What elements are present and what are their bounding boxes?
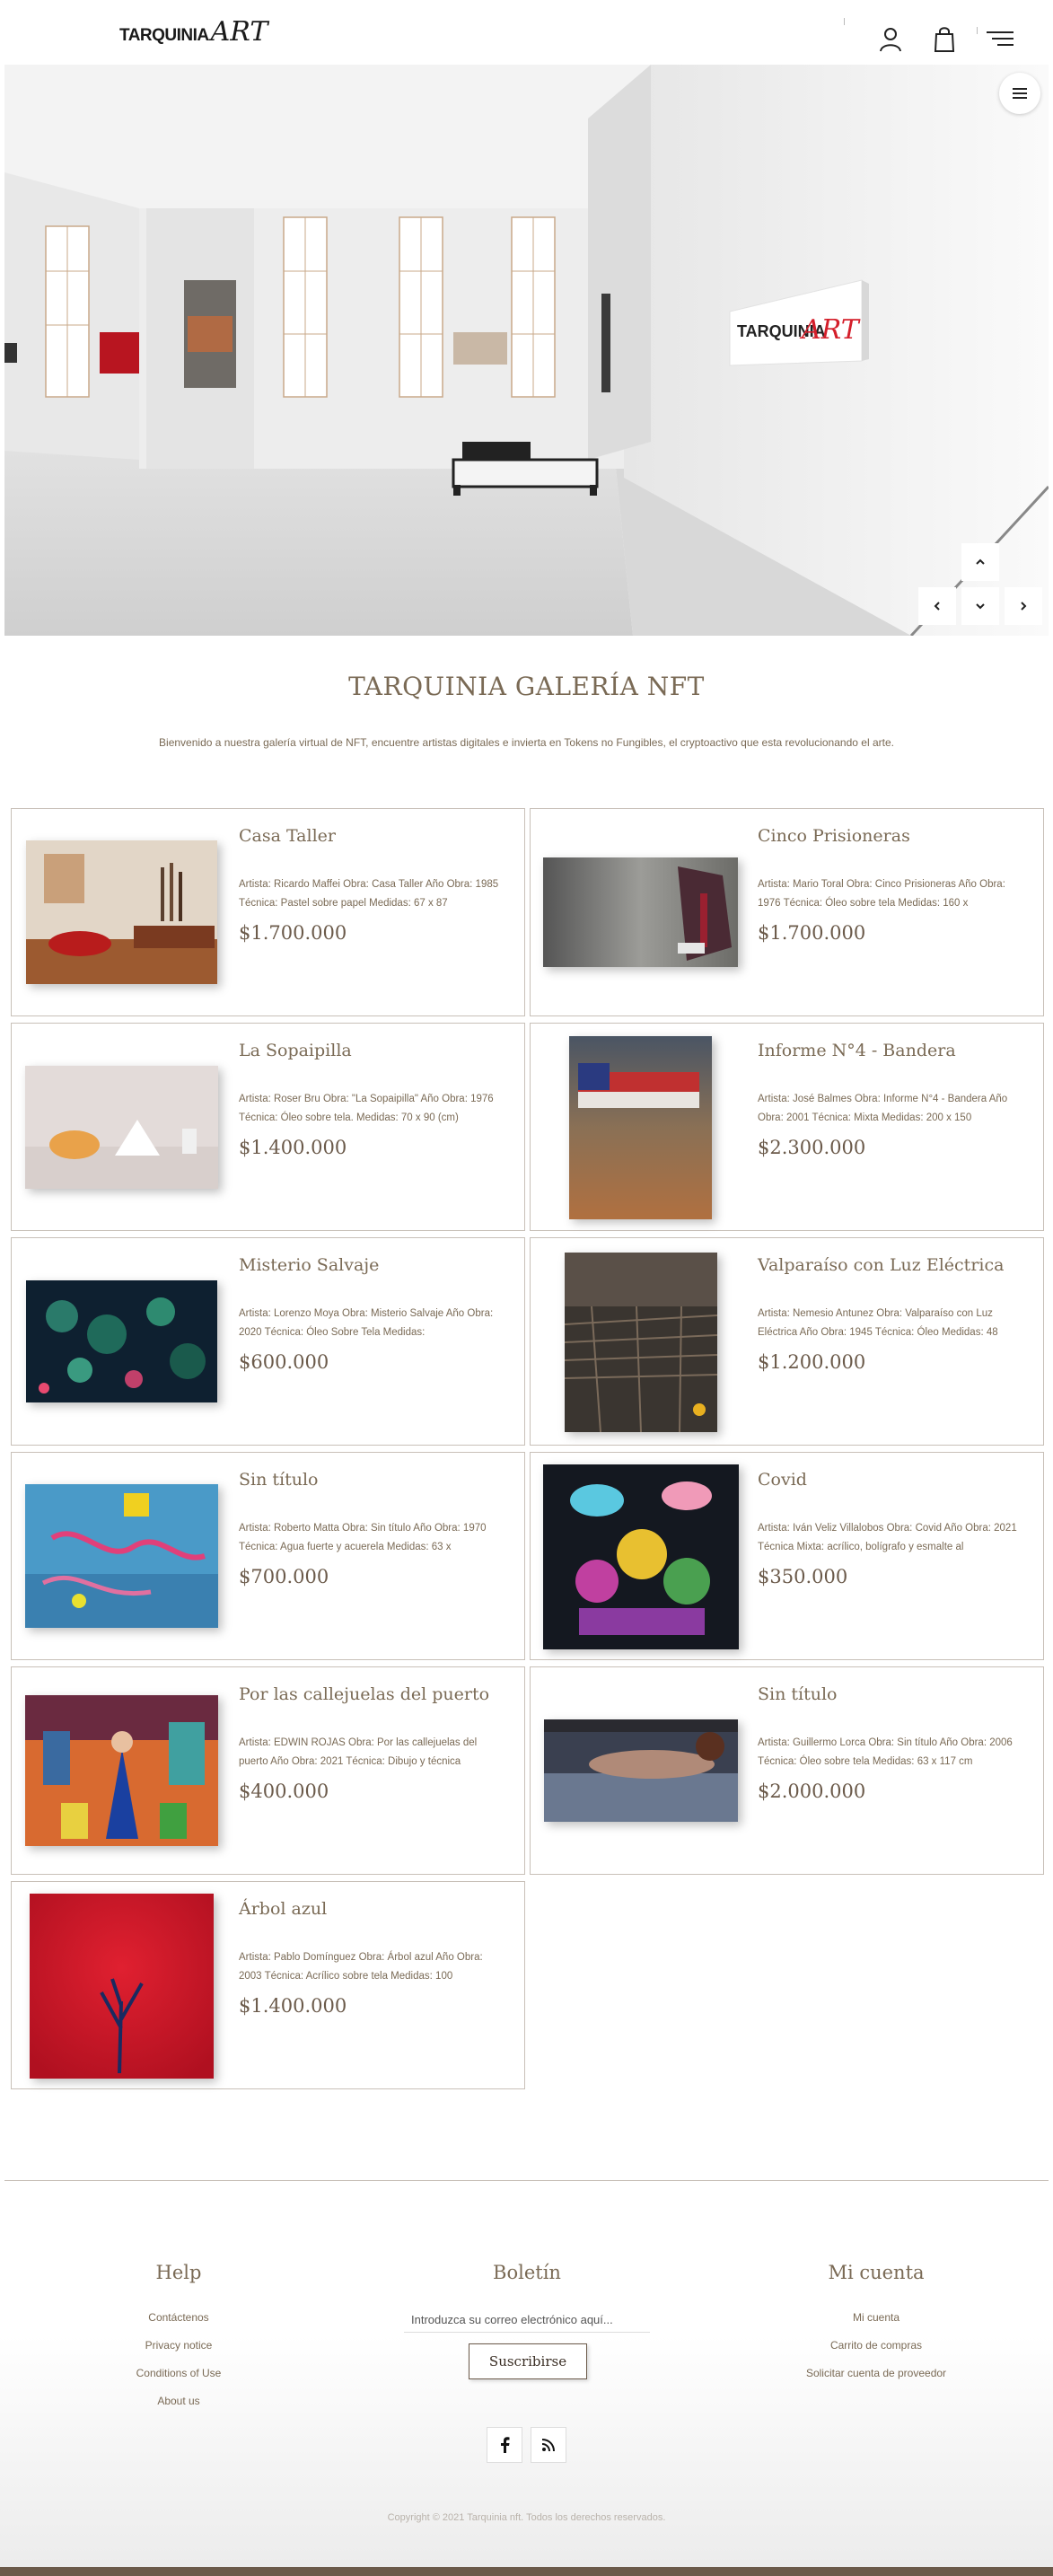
virtual-gallery-image: TARQUINIA ART xyxy=(4,65,1049,636)
product-description: Artista: Pablo Domínguez Obra: Árbol azu… xyxy=(239,1952,483,1982)
product-price: $1.400.000 xyxy=(239,1137,347,1158)
chevron-left-icon xyxy=(934,602,940,611)
product-card[interactable]: Casa Taller Artista: Ricardo Maffei Obra… xyxy=(11,808,525,1016)
product-card[interactable]: Valparaíso con Luz Eléctrica Artista: Ne… xyxy=(530,1237,1044,1446)
page-intro-text: Bienvenido a nuestra galería virtual de … xyxy=(159,736,894,749)
chevron-down-icon xyxy=(976,603,985,610)
product-price: $600.000 xyxy=(239,1351,329,1373)
product-description: Artista: Guillermo Lorca Obra: Sin títul… xyxy=(758,1737,1013,1767)
product-description: Artista: EDWIN ROJAS Obra: Por las calle… xyxy=(239,1737,478,1767)
product-image[interactable] xyxy=(30,1894,214,2079)
product-card[interactable]: Cinco Prisioneras Artista: Mario Toral O… xyxy=(530,808,1044,1016)
product-description: Artista: Lorenzo Moya Obra: Misterio Sal… xyxy=(239,1308,494,1338)
product-image[interactable] xyxy=(26,840,217,984)
product-price: $2.300.000 xyxy=(758,1137,866,1158)
product-description: Artista: José Balmes Obra: Informe N°4 -… xyxy=(758,1094,1008,1123)
product-image[interactable] xyxy=(25,1695,218,1846)
page-title: TARQUINIA GALERÍA NFT xyxy=(348,672,705,701)
product-card[interactable]: Covid Artista: Iván Veliz Villalobos Obr… xyxy=(530,1452,1044,1660)
product-title[interactable]: Sin título xyxy=(239,1470,318,1490)
product-title[interactable]: Covid xyxy=(758,1470,807,1490)
product-title[interactable]: Árbol azul xyxy=(239,1899,327,1919)
chevron-up-icon xyxy=(976,558,985,565)
product-title[interactable]: Informe N°4 - Bandera xyxy=(758,1041,956,1060)
footer-link-conditions[interactable]: Conditions of Use xyxy=(62,2367,295,2379)
product-card[interactable]: Sin título Artista: Guillermo Lorca Obra… xyxy=(530,1666,1044,1875)
product-price: $1.700.000 xyxy=(758,922,866,944)
newsletter-email-input[interactable] xyxy=(404,2308,650,2333)
footer-help-title: Help xyxy=(155,2262,202,2283)
pan-right-button[interactable] xyxy=(1005,587,1042,625)
shopping-bag-icon[interactable] xyxy=(929,23,960,54)
product-card[interactable]: La Sopaipilla Artista: Roser Bru Obra: "… xyxy=(11,1023,525,1231)
product-price: $1.200.000 xyxy=(758,1351,866,1373)
product-title[interactable]: Valparaíso con Luz Eléctrica xyxy=(758,1255,1004,1275)
product-image[interactable] xyxy=(26,1280,217,1402)
product-title[interactable]: Casa Taller xyxy=(239,826,336,846)
rss-icon[interactable] xyxy=(531,2427,566,2463)
product-description: Artista: Ricardo Maffei Obra: Casa Talle… xyxy=(239,879,499,909)
logo-wordmark: TARQUINIA xyxy=(119,26,209,45)
product-card[interactable]: Misterio Salvaje Artista: Lorenzo Moya O… xyxy=(11,1237,525,1446)
product-image[interactable] xyxy=(569,1036,712,1219)
scroll-up-button[interactable] xyxy=(961,543,999,581)
product-card[interactable]: Árbol azul Artista: Pablo Domínguez Obra… xyxy=(11,1881,525,2089)
subscribe-button[interactable]: Suscribirse xyxy=(469,2343,587,2379)
facebook-icon[interactable] xyxy=(487,2427,522,2463)
footer-newsletter-title: Boletín xyxy=(493,2262,561,2283)
product-image[interactable] xyxy=(25,1065,218,1189)
product-price: $400.000 xyxy=(239,1780,329,1802)
user-icon[interactable] xyxy=(875,23,906,54)
product-title[interactable]: La Sopaipilla xyxy=(239,1041,352,1060)
footer-link-privacy[interactable]: Privacy notice xyxy=(62,2339,295,2352)
product-image[interactable] xyxy=(543,857,738,967)
product-description: Artista: Mario Toral Obra: Cinco Prision… xyxy=(758,879,1005,909)
product-card[interactable]: Informe N°4 - Bandera Artista: José Balm… xyxy=(530,1023,1044,1231)
footer-link-vendor[interactable]: Solicitar cuenta de proveedor xyxy=(759,2367,993,2379)
logo-art-script: ART xyxy=(210,16,268,48)
footer-account-title: Mi cuenta xyxy=(828,2262,925,2283)
hamburger-icon xyxy=(1013,88,1027,99)
floating-menu-button[interactable] xyxy=(999,73,1040,114)
product-price: $350.000 xyxy=(758,1566,848,1587)
product-description: Artista: Roberto Matta Obra: Sin título … xyxy=(239,1523,487,1552)
chevron-right-icon xyxy=(1021,602,1027,611)
header-divider xyxy=(844,18,845,25)
product-title[interactable]: Cinco Prisioneras xyxy=(758,826,910,846)
product-image[interactable] xyxy=(543,1719,738,1822)
site-logo[interactable]: TARQUINIA ART xyxy=(119,16,268,48)
product-image[interactable] xyxy=(564,1253,717,1432)
product-price: $1.700.000 xyxy=(239,922,347,944)
pan-left-button[interactable] xyxy=(918,587,956,625)
product-description: Artista: Roser Bru Obra: "La Sopaipilla"… xyxy=(239,1094,494,1123)
footer-link-about[interactable]: About us xyxy=(62,2395,295,2407)
product-description: Artista: Nemesio Antunez Obra: Valparaís… xyxy=(758,1308,998,1338)
site-header: TARQUINIA ART xyxy=(0,0,1053,65)
hero-gallery-banner: TARQUINIA ART xyxy=(4,65,1049,636)
product-image[interactable] xyxy=(542,1464,739,1649)
product-image[interactable] xyxy=(25,1484,218,1628)
header-divider xyxy=(977,27,978,34)
scroll-down-button[interactable] xyxy=(961,587,999,625)
product-price: $700.000 xyxy=(239,1566,329,1587)
footer-bottom-bar xyxy=(0,2567,1053,2576)
menu-lines-icon[interactable] xyxy=(985,23,1015,54)
hero-sign-art: ART xyxy=(799,314,861,346)
footer-link-contact[interactable]: Contáctenos xyxy=(62,2311,295,2324)
product-title[interactable]: Por las callejuelas del puerto xyxy=(239,1684,489,1704)
product-description: Artista: Iván Veliz Villalobos Obra: Cov… xyxy=(758,1523,1017,1552)
copyright-text: Copyright © 2021 Tarquinia nft. Todos lo… xyxy=(387,2512,666,2523)
product-price: $2.000.000 xyxy=(758,1780,866,1802)
product-card[interactable]: Sin título Artista: Roberto Matta Obra: … xyxy=(11,1452,525,1660)
footer-link-cart[interactable]: Carrito de compras xyxy=(759,2339,993,2352)
product-card[interactable]: Por las callejuelas del puerto Artista: … xyxy=(11,1666,525,1875)
footer-link-my-account[interactable]: Mi cuenta xyxy=(759,2311,993,2324)
product-price: $1.400.000 xyxy=(239,1995,347,2017)
product-title[interactable]: Misterio Salvaje xyxy=(239,1255,379,1275)
product-title[interactable]: Sin título xyxy=(758,1684,837,1704)
